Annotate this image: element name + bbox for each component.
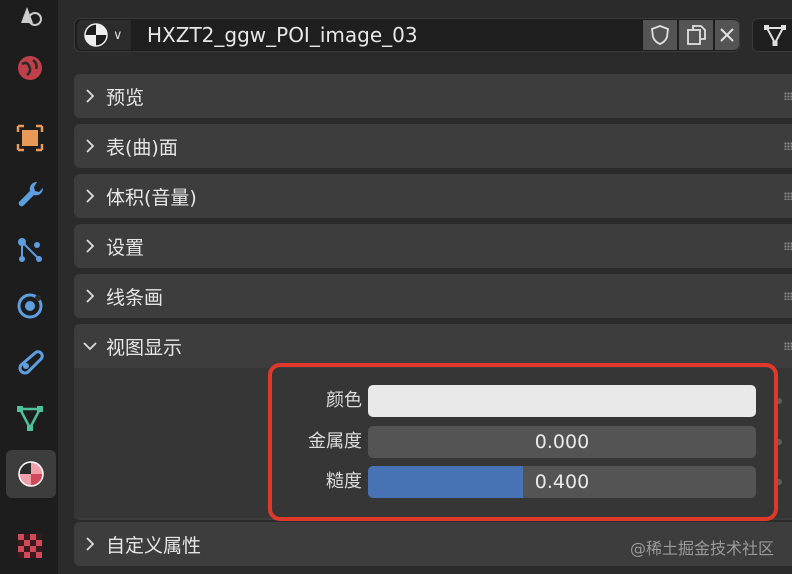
keyframe-dot-icon[interactable] bbox=[776, 398, 782, 404]
object-data-tab[interactable] bbox=[6, 394, 54, 442]
material-sphere-icon bbox=[84, 23, 108, 47]
mesh-data-button[interactable] bbox=[752, 18, 792, 52]
roughness-slider-fill bbox=[368, 466, 524, 498]
color-label: 颜色 bbox=[326, 390, 362, 411]
physics-icon bbox=[17, 293, 43, 319]
drag-grip-icon[interactable] bbox=[784, 242, 792, 250]
panel-settings[interactable]: 设置 bbox=[74, 224, 792, 268]
physics-tab[interactable] bbox=[6, 282, 54, 330]
keyframe-dot-icon[interactable] bbox=[776, 439, 782, 445]
panel-preview[interactable]: 预览 bbox=[74, 74, 792, 118]
fake-user-button[interactable] bbox=[643, 20, 677, 50]
panel-volume[interactable]: 体积(音量) bbox=[74, 174, 792, 218]
drag-grip-icon[interactable] bbox=[784, 192, 792, 200]
watermark: @稀土掘金技术社区 bbox=[629, 539, 774, 558]
panel-header[interactable]: 视图显示 bbox=[74, 324, 182, 368]
drag-grip-icon[interactable] bbox=[784, 142, 792, 150]
panel-title: 视图显示 bbox=[106, 336, 183, 359]
color-swatch[interactable] bbox=[368, 385, 756, 417]
scene-tab[interactable] bbox=[6, 0, 54, 38]
shield-icon bbox=[651, 25, 669, 45]
panel-title: 预览 bbox=[106, 86, 145, 109]
metallic-row: 金属度 0.000 bbox=[74, 426, 792, 458]
modifier-tab[interactable] bbox=[6, 170, 54, 218]
roughness-label: 糙度 bbox=[326, 471, 362, 492]
world-icon bbox=[18, 56, 42, 80]
world-tab[interactable] bbox=[6, 44, 54, 92]
chevron-down-icon bbox=[74, 338, 106, 354]
material-tab[interactable] bbox=[6, 450, 56, 498]
texture-icon bbox=[18, 534, 42, 558]
modifier-wrench-icon bbox=[18, 181, 44, 207]
panel-title: 设置 bbox=[106, 236, 145, 259]
panel-title: 体积(音量) bbox=[106, 186, 197, 209]
particles-icon bbox=[18, 238, 42, 262]
roughness-row: 糙度 0.400 bbox=[74, 466, 792, 498]
panel-line-art[interactable]: 线条画 bbox=[74, 274, 792, 318]
browse-material-button[interactable]: ∨ bbox=[77, 20, 131, 50]
keyframe-dot-icon[interactable] bbox=[776, 479, 782, 485]
material-datablock-selector: ∨ HXZT2_ggw_POI_image_03 bbox=[74, 18, 740, 52]
close-icon bbox=[720, 28, 734, 42]
roughness-slider[interactable]: 0.400 bbox=[368, 466, 756, 498]
metallic-slider[interactable]: 0.000 bbox=[368, 426, 756, 458]
drag-grip-icon[interactable] bbox=[784, 292, 792, 300]
properties-tab-bar bbox=[0, 0, 58, 574]
particles-tab[interactable] bbox=[6, 226, 54, 274]
panel-viewport-display: 视图显示 颜色 金属度 0.000 糙度 0.400 bbox=[74, 324, 792, 520]
color-row: 颜色 bbox=[74, 385, 792, 417]
roughness-value: 0.400 bbox=[534, 471, 590, 493]
panel-body: 颜色 金属度 0.000 糙度 0.400 bbox=[74, 368, 792, 518]
panel-surface[interactable]: 表(曲)面 bbox=[74, 124, 792, 168]
panel-title: 表(曲)面 bbox=[106, 136, 178, 159]
chevron-right-icon bbox=[74, 188, 106, 204]
unlink-material-button[interactable] bbox=[715, 20, 739, 50]
object-data-icon bbox=[17, 406, 43, 431]
chevron-down-icon: ∨ bbox=[113, 27, 123, 43]
properties-editor: ∨ HXZT2_ggw_POI_image_03 预览 表(曲)面 体积(音量)… bbox=[58, 0, 792, 574]
chevron-right-icon bbox=[74, 238, 106, 254]
panel-title: 线条画 bbox=[106, 286, 164, 309]
chevron-right-icon bbox=[74, 88, 106, 104]
duplicate-material-button[interactable] bbox=[679, 20, 713, 50]
chevron-right-icon bbox=[74, 138, 106, 154]
drag-grip-icon[interactable] bbox=[784, 92, 792, 100]
mesh-data-icon bbox=[764, 25, 786, 46]
material-name-field[interactable]: HXZT2_ggw_POI_image_03 bbox=[133, 20, 641, 50]
material-icon bbox=[18, 461, 44, 487]
texture-tab[interactable] bbox=[6, 522, 54, 570]
metallic-value: 0.000 bbox=[534, 431, 590, 453]
metallic-label: 金属度 bbox=[308, 431, 362, 452]
constraints-icon bbox=[18, 350, 44, 375]
object-icon bbox=[16, 124, 44, 152]
duplicate-icon bbox=[687, 25, 706, 45]
constraints-tab[interactable] bbox=[6, 338, 54, 386]
scene-icon bbox=[21, 7, 42, 26]
chevron-right-icon bbox=[74, 288, 106, 304]
drag-grip-icon[interactable] bbox=[784, 342, 792, 350]
object-tab[interactable] bbox=[6, 114, 54, 162]
panel-title: 自定义属性 bbox=[106, 534, 202, 557]
chevron-right-icon bbox=[74, 536, 106, 552]
